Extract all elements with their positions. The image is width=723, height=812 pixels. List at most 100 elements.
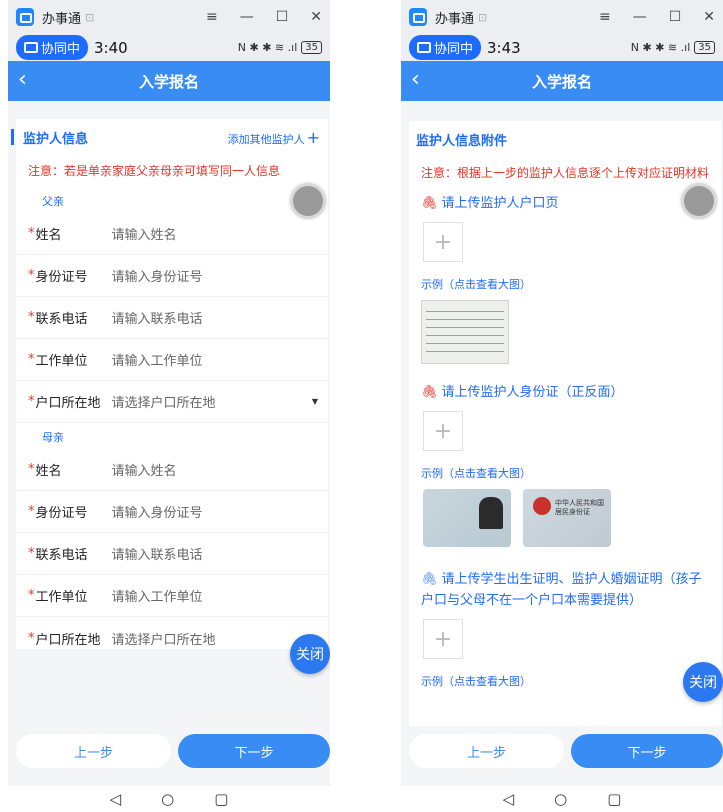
- pin-icon[interactable]: ⊡: [85, 11, 94, 24]
- next-step-button[interactable]: 下一步: [571, 734, 723, 768]
- notice-text: 注意：若是单亲家庭父亲母亲可填写同一人信息: [28, 164, 281, 178]
- father-name-field[interactable]: * 姓名 请输入姓名: [16, 213, 328, 255]
- back-icon[interactable]: ‹: [411, 67, 420, 92]
- app-logo-icon: [16, 8, 34, 26]
- field-placeholder[interactable]: 请输入姓名: [112, 224, 177, 243]
- field-label: 工作单位: [35, 354, 88, 369]
- mother-name-field[interactable]: * 姓名 请输入姓名: [16, 449, 328, 491]
- minimize-icon[interactable]: —: [633, 9, 647, 25]
- maximize-icon[interactable]: ☐: [276, 9, 289, 25]
- field-label: 姓名: [35, 228, 62, 243]
- national-emblem-icon: [533, 497, 551, 515]
- status-bar: 协同中 3:40 N ✱ ✱ ≋ .ıl 35: [8, 34, 330, 61]
- attachment-label-idcard: 🖇 请上传监护人身份证（正反面）: [409, 378, 721, 407]
- battery-icon: 35: [694, 41, 715, 54]
- required-mark: *: [28, 394, 35, 409]
- page-title: 入学报名: [138, 72, 199, 91]
- field-label: 联系电话: [35, 548, 88, 563]
- mother-employer-field[interactable]: * 工作单位 请输入工作单位: [16, 575, 328, 617]
- minimize-icon[interactable]: —: [240, 9, 254, 25]
- nav-recent-icon[interactable]: ▢: [214, 790, 228, 808]
- guardian-info-card: 监护人信息 添加其他监护人 + 注意：若是单亲家庭父亲母亲可填写同一人信息 父亲 …: [11, 119, 328, 649]
- floating-assist-button[interactable]: [681, 183, 717, 219]
- field-placeholder[interactable]: 请输入联系电话: [112, 308, 203, 327]
- required-mark: *: [28, 546, 35, 561]
- collab-badge[interactable]: 协同中: [16, 35, 89, 60]
- menu-icon[interactable]: ≡: [599, 9, 611, 25]
- status-bar: 协同中 3:43 N ✱ ✱ ≋ .ıl 35: [401, 34, 723, 61]
- nav-home-icon[interactable]: ○: [554, 790, 567, 808]
- example-link[interactable]: 示例（点击查看大图）: [409, 455, 721, 489]
- pin-icon[interactable]: ⊡: [478, 11, 487, 24]
- collab-badge[interactable]: 协同中: [409, 35, 482, 60]
- upload-button[interactable]: +: [423, 619, 463, 659]
- collab-label: 协同中: [41, 42, 81, 57]
- field-placeholder[interactable]: 请选择户口所在地: [112, 629, 216, 648]
- nav-recent-icon[interactable]: ▢: [607, 790, 621, 808]
- bottom-action-bar: 上一步 下一步: [401, 728, 723, 774]
- system-nav-bar: ◁ ○ ▢: [401, 786, 723, 812]
- bottom-action-bar: 上一步 下一步: [8, 728, 330, 774]
- back-icon[interactable]: ‹: [18, 67, 27, 92]
- required-mark: *: [28, 352, 35, 367]
- add-guardian-button[interactable]: 添加其他监护人 +: [228, 128, 320, 147]
- screen-share-icon: [24, 42, 38, 53]
- father-phone-field[interactable]: * 联系电话 请输入联系电话: [16, 297, 328, 339]
- nav-back-icon[interactable]: ◁: [110, 790, 122, 808]
- close-button[interactable]: 关闭: [683, 662, 723, 702]
- field-placeholder[interactable]: 请输入身份证号: [112, 502, 203, 521]
- menu-icon[interactable]: ≡: [206, 9, 218, 25]
- idcard-back-thumbnail[interactable]: 中华人民共和国 居民身份证: [523, 489, 611, 547]
- field-placeholder[interactable]: 请输入联系电话: [112, 544, 203, 563]
- system-status-icons: N ✱ ✱ ≋ .ıl 35: [238, 41, 322, 54]
- father-employer-field[interactable]: * 工作单位 请输入工作单位: [16, 339, 328, 381]
- close-button[interactable]: 关闭: [290, 634, 330, 674]
- collab-label: 协同中: [434, 42, 474, 57]
- idcard-front-thumbnail[interactable]: [423, 489, 511, 547]
- attachment-label-text: 请上传学生出生证明、监护人婚姻证明（孩子户口与父母不在一个户口本需要提供）: [421, 572, 702, 608]
- floating-assist-button[interactable]: [290, 183, 326, 219]
- plus-icon: +: [306, 127, 320, 147]
- field-placeholder[interactable]: 请输入姓名: [112, 460, 177, 479]
- upload-button[interactable]: +: [423, 222, 463, 262]
- attachment-label-birth: 🖇 请上传学生出生证明、监护人婚姻证明（孩子户口与父母不在一个户口本需要提供）: [409, 565, 721, 615]
- notice-text: 注意：根据上一步的监护人信息逐个上传对应证明材料: [421, 166, 710, 180]
- field-placeholder[interactable]: 请选择户口所在地: [112, 392, 216, 411]
- field-placeholder[interactable]: 请输入工作单位: [112, 350, 203, 369]
- close-icon[interactable]: ✕: [310, 9, 322, 25]
- maximize-icon[interactable]: ☐: [669, 9, 682, 25]
- field-placeholder[interactable]: 请输入工作单位: [112, 586, 203, 605]
- example-link[interactable]: 示例（点击查看大图）: [409, 663, 721, 697]
- father-id-field[interactable]: * 身份证号 请输入身份证号: [16, 255, 328, 297]
- paperclip-icon: 🖇: [421, 572, 438, 587]
- field-label: 联系电话: [35, 312, 88, 327]
- paperclip-icon: 🖇: [421, 196, 438, 211]
- mother-phone-field[interactable]: * 联系电话 请输入联系电话: [16, 533, 328, 575]
- prev-step-button[interactable]: 上一步: [16, 734, 171, 768]
- example-link[interactable]: 示例（点击查看大图）: [409, 266, 721, 300]
- section-header: 监护人信息 添加其他监护人 +: [11, 119, 328, 155]
- window-titlebar: 办事通 ⊡ ≡ — ☐ ✕: [8, 0, 330, 34]
- system-nav-bar: ◁ ○ ▢: [8, 786, 330, 812]
- field-label: 姓名: [35, 464, 62, 479]
- mother-id-field[interactable]: * 身份证号 请输入身份证号: [16, 491, 328, 533]
- nav-home-icon[interactable]: ○: [161, 790, 174, 808]
- close-icon[interactable]: ✕: [703, 9, 715, 25]
- mother-hukou-select[interactable]: * 户口所在地 请选择户口所在地 ▼: [16, 617, 328, 659]
- attachment-label-text: 请上传监护人户口页: [441, 196, 559, 211]
- nav-back-icon[interactable]: ◁: [503, 790, 515, 808]
- father-hukou-select[interactable]: * 户口所在地 请选择户口所在地 ▼: [16, 381, 328, 423]
- prev-step-button[interactable]: 上一步: [409, 734, 564, 768]
- nav-bar: ‹ 入学报名: [8, 61, 330, 101]
- battery-icon: 35: [301, 41, 322, 54]
- portrait-photo: [479, 497, 503, 529]
- example-hukou-thumbnail[interactable]: [421, 300, 509, 364]
- required-mark: *: [28, 226, 35, 241]
- field-placeholder[interactable]: 请输入身份证号: [112, 266, 203, 285]
- signal-icons: N ✱ ✱ ≋ .ıl: [237, 41, 298, 54]
- app-logo-icon: [409, 8, 427, 26]
- required-mark: *: [28, 630, 35, 646]
- chevron-down-icon[interactable]: ▼: [312, 397, 318, 406]
- upload-button[interactable]: +: [423, 411, 463, 451]
- next-step-button[interactable]: 下一步: [178, 734, 330, 768]
